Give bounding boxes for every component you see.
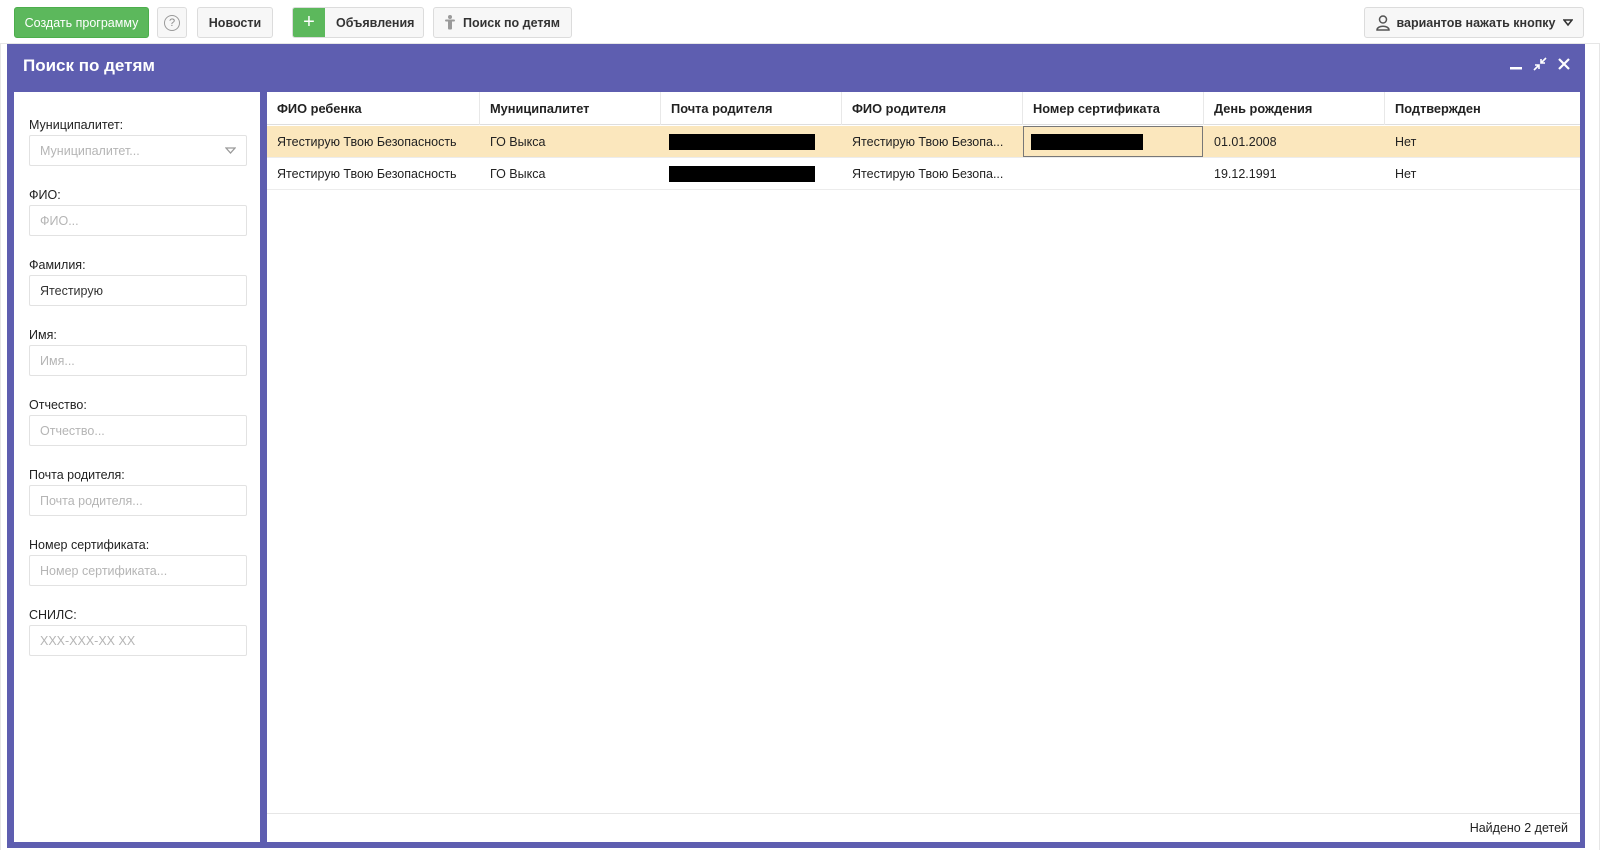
municipality-select[interactable]: Муниципалитет... — [29, 135, 247, 166]
certificate-input[interactable] — [29, 555, 247, 586]
column-header[interactable]: Номер сертификата — [1023, 92, 1204, 125]
fio-input[interactable] — [29, 205, 247, 236]
filter-panel: Муниципалитет: Муниципалитет... ФИО: Фам… — [14, 92, 260, 842]
certificate-label: Номер сертификата: — [29, 538, 150, 552]
create-program-button[interactable]: Создать программу — [14, 7, 149, 38]
redacted-email — [669, 134, 815, 150]
redacted-certificate — [1031, 134, 1143, 150]
column-header[interactable]: День рождения — [1204, 92, 1385, 125]
column-header[interactable]: Подтвержден — [1385, 92, 1580, 125]
window-controls — [1509, 56, 1571, 72]
parent-email-label: Почта родителя: — [29, 468, 125, 482]
minimize-icon[interactable] — [1509, 56, 1523, 72]
birthday-cell: 19.12.1991 — [1214, 166, 1277, 181]
help-icon: ? — [164, 14, 180, 31]
table-row[interactable]: Ятестирую Твою Безопасность ГО Выкса Яте… — [267, 126, 1580, 158]
column-header[interactable]: ФИО ребенка — [267, 92, 480, 125]
chevron-down-icon — [225, 146, 236, 154]
child-search-window: Поиск по детям Муниципалитет: Муниципали… — [7, 44, 1585, 848]
news-button[interactable]: Новости — [197, 7, 273, 38]
announcements-label: Объявления — [336, 15, 415, 30]
results-grid: ФИО ребенка Муниципалитет Почта родителя… — [267, 92, 1580, 842]
confirmed-cell: Нет — [1395, 166, 1417, 181]
announcements-button[interactable]: + Объявления — [292, 7, 424, 38]
user-menu-label: вариантов нажать кнопку — [1396, 15, 1556, 30]
confirmed-cell: Нет — [1395, 134, 1417, 149]
plus-icon: + — [293, 8, 325, 37]
column-header[interactable]: Почта родителя — [661, 92, 842, 125]
snils-input[interactable] — [29, 625, 247, 656]
restore-icon[interactable] — [1533, 56, 1547, 72]
surname-label: Фамилия: — [29, 258, 86, 272]
parent-name-cell: Ятестирую Твою Безопа... — [852, 166, 1004, 181]
municipality-label: Муниципалитет: — [29, 118, 124, 132]
patronymic-label: Отчество: — [29, 398, 87, 412]
surname-input[interactable] — [29, 275, 247, 306]
close-icon[interactable] — [1557, 56, 1571, 72]
user-icon — [1375, 14, 1390, 31]
redacted-email — [669, 166, 815, 182]
top-toolbar: Создать программу ? Новости + Объявления… — [0, 0, 1600, 44]
chevron-down-icon — [1562, 18, 1573, 26]
fio-label: ФИО: — [29, 188, 61, 202]
parent-email-input[interactable] — [29, 485, 247, 516]
municipality-cell: ГО Выкса — [490, 134, 546, 149]
parent-name-cell: Ятестирую Твою Безопа... — [852, 134, 1004, 149]
child-name-cell: Ятестирую Твою Безопасность — [277, 166, 457, 181]
table-row[interactable]: Ятестирую Твою Безопасность ГО Выкса Яте… — [267, 158, 1580, 190]
child-search-label: Поиск по детям — [462, 15, 561, 30]
snils-label: СНИЛС: — [29, 608, 77, 622]
name-label: Имя: — [29, 328, 57, 342]
name-input[interactable] — [29, 345, 247, 376]
grid-header: ФИО ребенка Муниципалитет Почта родителя… — [267, 92, 1580, 125]
municipality-placeholder: Муниципалитет... — [40, 143, 140, 158]
window-title: Поиск по детям — [23, 56, 155, 75]
column-header[interactable]: Муниципалитет — [480, 92, 661, 125]
user-menu-button[interactable]: вариантов нажать кнопку — [1364, 7, 1584, 38]
child-search-button[interactable]: Поиск по детям — [433, 7, 572, 38]
patronymic-input[interactable] — [29, 415, 247, 446]
results-count: Найдено 2 детей — [267, 813, 1580, 842]
help-button[interactable]: ? — [157, 7, 187, 38]
column-header[interactable]: ФИО родителя — [842, 92, 1023, 125]
municipality-cell: ГО Выкса — [490, 166, 546, 181]
child-icon — [444, 15, 455, 30]
birthday-cell: 01.01.2008 — [1214, 134, 1277, 149]
child-name-cell: Ятестирую Твою Безопасность — [277, 134, 457, 149]
